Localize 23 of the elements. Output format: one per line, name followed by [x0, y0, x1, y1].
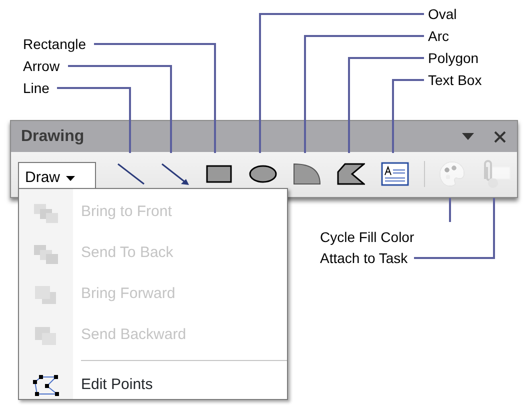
caret-icon	[66, 176, 76, 182]
text-box-icon[interactable]	[381, 162, 409, 186]
oval-icon[interactable]	[249, 165, 277, 183]
bring-to-front-icon	[32, 202, 60, 224]
callout-label: Arc	[428, 28, 449, 44]
menu-item[interactable]: Edit Points	[73, 374, 153, 397]
close-icon[interactable]	[493, 130, 507, 144]
callout-label: Text Box	[428, 72, 482, 88]
callout-label: Polygon	[428, 50, 479, 66]
line-icon[interactable]	[116, 163, 146, 185]
arrow-icon[interactable]	[160, 163, 190, 185]
edit-points-icon	[31, 374, 61, 398]
callout-label: Rectangle	[23, 36, 86, 52]
polygon-icon[interactable]	[337, 163, 365, 185]
send-to-back-icon	[32, 242, 60, 264]
dropdown-icon[interactable]	[461, 132, 475, 142]
callout-label: Arrow	[23, 58, 60, 74]
callout-label: Line	[23, 80, 50, 96]
rectangle-icon[interactable]	[206, 165, 232, 183]
toolbar-title: Drawing	[21, 126, 84, 146]
callout-label: Oval	[428, 6, 457, 22]
callout-label: Attach to Task	[320, 250, 408, 266]
callout-label: Cycle Fill Color	[320, 229, 414, 245]
